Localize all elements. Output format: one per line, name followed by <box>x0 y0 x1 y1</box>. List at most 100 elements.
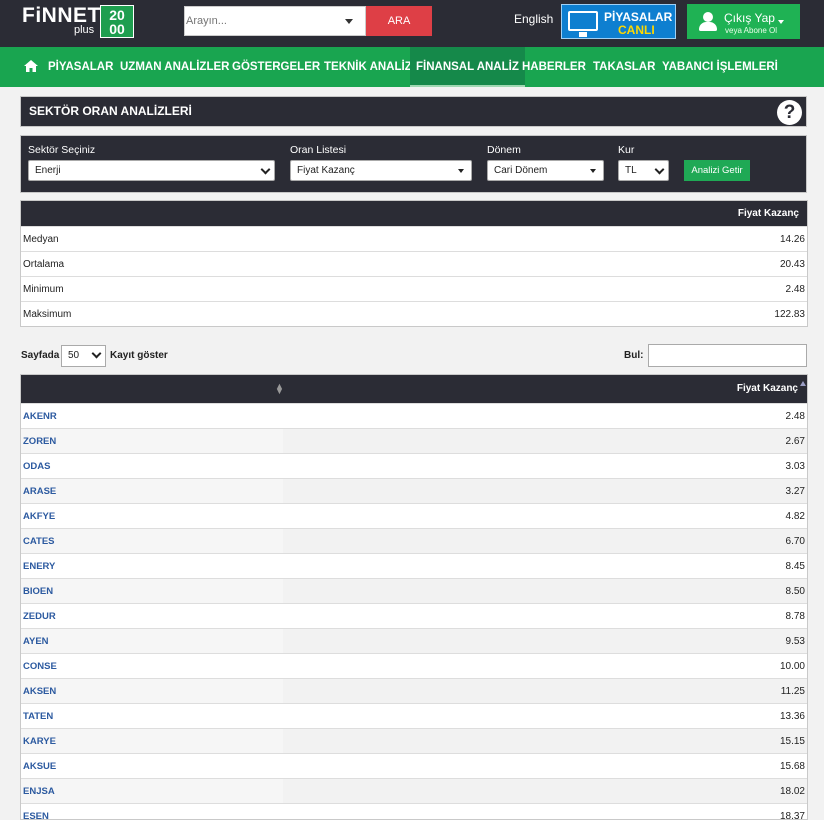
nav-item-teknik-analiz[interactable]: TEKNİK ANALİZ <box>324 47 412 87</box>
table-row: ZEDUR 8.78 <box>21 603 807 628</box>
language-link[interactable]: English <box>514 12 553 26</box>
search-dropdown-caret-icon[interactable] <box>345 19 353 24</box>
ratio-value: Fiyat Kazanç <box>297 165 355 176</box>
stock-code-link[interactable]: ESEN <box>21 804 283 819</box>
search-button[interactable]: ARA <box>366 6 432 36</box>
ratio-value: 8.50 <box>283 579 807 603</box>
table-row: AKENR 2.48 <box>21 403 807 428</box>
chevron-down-icon <box>260 164 271 175</box>
nav-item-gostergeler[interactable]: GÖSTERGELER <box>232 47 320 87</box>
period-label: Dönem <box>487 144 521 156</box>
live-markets-button[interactable]: PİYASALAR CANLI <box>561 4 676 39</box>
table-row: ENERY 8.45 <box>21 553 807 578</box>
table-row: ODAS 3.03 <box>21 453 807 478</box>
logout-button[interactable]: Çıkış Yap veya Abone Ol <box>687 4 800 39</box>
stock-code-link[interactable]: AKSEN <box>21 679 283 703</box>
panel-header: SEKTÖR ORAN ANALİZLERİ ? <box>20 96 807 127</box>
filter-bar: Sektör Seçiniz Enerji Oran Listesi Fiyat… <box>20 135 807 193</box>
stock-code-link[interactable]: ZEDUR <box>21 604 283 628</box>
logo-badge-bottom: 00 <box>109 21 125 37</box>
live-button-line1: PİYASALAR <box>604 10 673 24</box>
nav-item-yabanci-islemleri[interactable]: YABANCI İŞLEMLERİ <box>662 47 778 87</box>
caret-down-icon <box>458 169 464 173</box>
help-icon[interactable]: ? <box>777 100 802 125</box>
stat-value: 14.26 <box>779 234 805 245</box>
main-nav: PİYASALAR UZMAN ANALİZLER GÖSTERGELER TE… <box>0 47 824 87</box>
home-icon[interactable] <box>24 60 38 72</box>
sort-both-icon[interactable]: ▲ ▼ <box>275 382 284 396</box>
ratio-value: 15.68 <box>283 754 807 778</box>
stock-code-link[interactable]: AKENR <box>21 404 283 428</box>
currency-select[interactable]: TL <box>618 160 669 181</box>
nav-item-haberler[interactable]: HABERLER <box>522 47 586 87</box>
table-row: TATEN 13.36 <box>21 703 807 728</box>
stat-label: Medyan <box>23 234 59 245</box>
ratio-value: 3.27 <box>283 479 807 503</box>
stat-label: Ortalama <box>23 259 65 270</box>
chevron-down-icon <box>91 348 102 359</box>
table-header: ▲ ▼ Fiyat Kazanç <box>21 375 807 403</box>
chevron-down-icon <box>778 20 784 24</box>
get-analysis-button[interactable]: Analizi Getir <box>684 160 750 181</box>
nav-item-finansal-analiz[interactable]: FİNANSAL ANALİZ <box>410 47 525 87</box>
page-size-value: 50 <box>68 350 80 361</box>
ratio-value: 4.82 <box>283 504 807 528</box>
sector-select[interactable]: Enerji <box>28 160 275 181</box>
caret-down-icon <box>590 169 596 173</box>
column-header-fiyat-kazanc[interactable]: Fiyat Kazanç <box>737 383 798 394</box>
table-body: AKENR 2.48 ZOREN 2.67 ODAS 3.03 ARASE 3.27 AKFYE… <box>21 403 807 819</box>
table-row: ARASE 3.27 <box>21 478 807 503</box>
nav-item-uzman-analizler[interactable]: UZMAN ANALİZLER <box>120 47 229 87</box>
stock-code-link[interactable]: ENERY <box>21 554 283 578</box>
stat-value: 20.43 <box>779 259 805 270</box>
nav-item-piyasalar[interactable]: PİYASALAR <box>48 47 113 87</box>
search-box <box>184 6 366 36</box>
logout-label: Çıkış Yap <box>724 11 775 25</box>
subscribe-label: veya Abone Ol <box>725 26 778 35</box>
currency-value: TL <box>625 165 637 176</box>
stock-code-link[interactable]: TATEN <box>21 704 283 728</box>
stats-row: Minimum 2.48 <box>21 276 807 301</box>
stock-code-link[interactable]: KARYE <box>21 729 283 753</box>
stock-code-link[interactable]: ZOREN <box>21 429 283 453</box>
currency-label: Kur <box>618 144 635 156</box>
ratio-value: 8.78 <box>283 604 807 628</box>
ratio-value: 18.37 <box>283 804 807 819</box>
table-row: AKSUE 15.68 <box>21 753 807 778</box>
finnet-logo[interactable]: FiNNET plus 20 00 <box>22 5 134 39</box>
table-row: KARYE 15.15 <box>21 728 807 753</box>
logo-badge-top: 20 <box>109 7 125 23</box>
page-size-select[interactable]: 50 <box>61 345 106 367</box>
company-ratio-table: ▲ ▼ Fiyat Kazanç AKENR 2.48 ZOREN 2.67 ODAS 3.… <box>20 374 808 820</box>
table-row: AKSEN 11.25 <box>21 678 807 703</box>
monitor-icon <box>568 11 598 37</box>
table-row: AKFYE 4.82 <box>21 503 807 528</box>
stock-code-link[interactable]: ENJSA <box>21 779 283 803</box>
top-header: FiNNET plus 20 00 ARA English PİYASALAR … <box>0 0 824 47</box>
ratio-value: 2.48 <box>283 404 807 428</box>
table-filter-input[interactable] <box>648 344 807 367</box>
stats-row: Ortalama 20.43 <box>21 251 807 276</box>
ratio-value: 15.15 <box>283 729 807 753</box>
ratio-label: Oran Listesi <box>290 144 347 156</box>
ratio-select[interactable]: Fiyat Kazanç <box>290 160 472 181</box>
nav-item-takaslar[interactable]: TAKASLAR <box>593 47 655 87</box>
stats-row: Medyan 14.26 <box>21 226 807 251</box>
stat-value: 2.48 <box>785 284 805 295</box>
stock-code-link[interactable]: CONSE <box>21 654 283 678</box>
stock-code-link[interactable]: AKFYE <box>21 504 283 528</box>
filter-label: Bul: <box>624 350 644 361</box>
stock-code-link[interactable]: AKSUE <box>21 754 283 778</box>
stock-code-link[interactable]: AYEN <box>21 629 283 653</box>
stats-row: Maksimum 122.83 <box>21 301 807 326</box>
stock-code-link[interactable]: ODAS <box>21 454 283 478</box>
ratio-value: 2.67 <box>283 429 807 453</box>
stock-code-link[interactable]: ARASE <box>21 479 283 503</box>
table-row: ENJSA 18.02 <box>21 778 807 803</box>
stock-code-link[interactable]: CATES <box>21 529 283 553</box>
period-select[interactable]: Cari Dönem <box>487 160 604 181</box>
search-input[interactable] <box>185 7 340 35</box>
stock-code-link[interactable]: BIOEN <box>21 579 283 603</box>
ratio-value: 13.36 <box>283 704 807 728</box>
table-row: CATES 6.70 <box>21 528 807 553</box>
